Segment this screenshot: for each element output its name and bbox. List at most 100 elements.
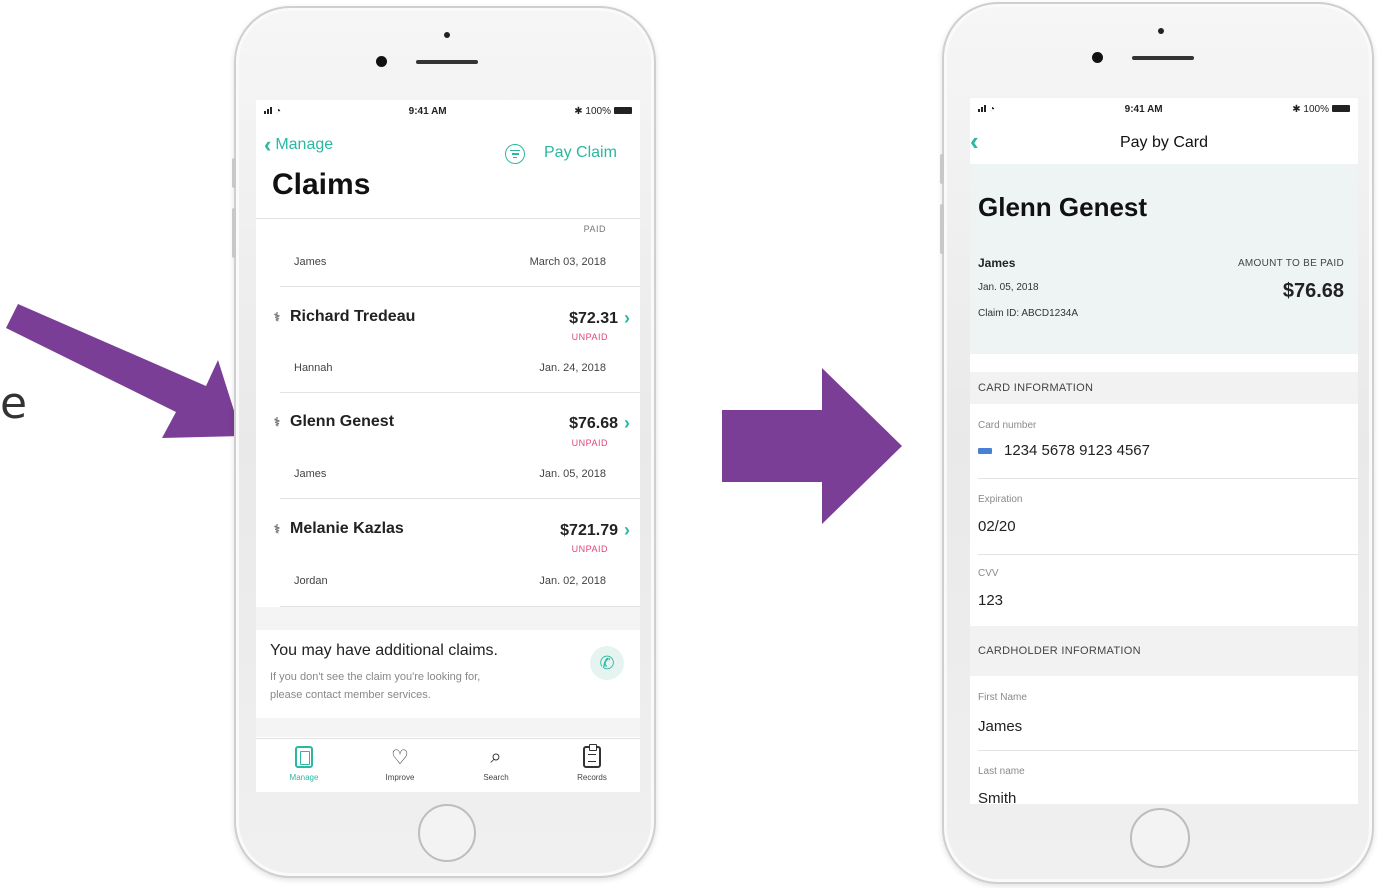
tab-label: Search (483, 773, 509, 782)
side-button (940, 154, 944, 184)
camera-icon (1092, 52, 1103, 63)
divider (280, 392, 640, 393)
claim-date: Jan. 24, 2018 (539, 362, 606, 374)
field-label: Card number (978, 420, 1037, 431)
battery-icon (614, 107, 632, 115)
filter-icon[interactable] (505, 144, 525, 164)
claim-date: Jan. 02, 2018 (539, 575, 606, 587)
claim-summary: Glenn Genest James Jan. 05, 2018 Claim I… (970, 164, 1358, 354)
claim-amount-value: $721.79 (560, 521, 618, 539)
claim-name: ⚕ Glenn Genest (270, 413, 394, 431)
amount-value: $76.68 (1282, 280, 1344, 302)
claim-date: Jan. 05, 2018 (978, 282, 1039, 293)
speaker-grille (416, 60, 478, 64)
tab-improve[interactable]: ♡ Improve (360, 744, 440, 783)
signal-icon: ◔ (978, 104, 995, 115)
right-screen: ◔ 9:41 AM ✱ 100% ‹ Pay by Card Glenn Gen… (970, 98, 1358, 804)
stage: e ◔ 9:41 AM ✱ 100% ‹ Manage Pay Claim Cl… (0, 0, 1380, 888)
tab-search[interactable]: ⌕ Search (456, 744, 536, 783)
page-title: Pay by Card (1119, 134, 1209, 151)
tab-label: Improve (385, 773, 415, 782)
field-value: James (978, 718, 1023, 735)
sensor-dot (444, 32, 450, 38)
field-value: 1234 5678 9123 4567 (978, 442, 1150, 459)
right-arrow (722, 368, 902, 524)
clipboard-icon (579, 744, 605, 770)
chevron-right-icon: › (624, 413, 630, 433)
field-value: 123 (978, 592, 1004, 609)
left-phone: ◔ 9:41 AM ✱ 100% ‹ Manage Pay Claim Clai… (232, 6, 656, 878)
claim-patient: Melanie Kazlas (290, 520, 404, 537)
cardholder-info-header: CARDHOLDER INFORMATION (970, 626, 1358, 676)
field-value: Smith (978, 790, 1017, 804)
chevron-right-icon: › (624, 308, 630, 328)
card-number-value: 1234 5678 9123 4567 (1004, 442, 1150, 459)
claim-name: ⚕ Richard Tredeau (270, 308, 416, 326)
camera-icon (376, 56, 387, 67)
page-title: Claims (272, 168, 371, 201)
battery-indicator: ✱ 100% (574, 106, 632, 117)
tooth-icon: ⚕ (273, 415, 281, 429)
phone-icon[interactable]: ✆ (590, 646, 624, 680)
field-label: Expiration (978, 494, 1023, 505)
subscriber-name: James (978, 256, 1016, 270)
claim-patient: Richard Tredeau (290, 308, 416, 325)
tooth-icon: ⚕ (273, 310, 281, 324)
right-phone: ◔ 9:41 AM ✱ 100% ‹ Pay by Card Glenn Gen… (940, 2, 1374, 884)
claim-amount-value: $72.31 (569, 309, 618, 327)
left-screen: ◔ 9:41 AM ✱ 100% ‹ Manage Pay Claim Clai… (256, 100, 640, 792)
claim-subscriber: Hannah (294, 362, 333, 374)
back-button[interactable]: ‹ Manage (264, 134, 333, 156)
status-bar: ◔ 9:41 AM ✱ 100% (970, 98, 1358, 120)
battery-indicator: ✱ 100% (1292, 104, 1350, 115)
claim-subscriber: James (294, 468, 327, 480)
claim-subscriber: Jordan (294, 575, 328, 587)
info-line-2: please contact member services. (270, 689, 431, 701)
divider (256, 738, 640, 739)
signal-icon: ◔ (264, 106, 281, 117)
field-label: Last name (978, 766, 1025, 777)
info-line-1: If you don't see the claim you're lookin… (270, 671, 481, 683)
speaker-grille (1132, 56, 1194, 60)
chevron-right-icon: › (624, 520, 630, 540)
divider (978, 478, 1358, 479)
pay-claim-button[interactable]: Pay Claim (544, 144, 617, 162)
divider (280, 286, 640, 287)
claim-id: Claim ID: ABCD1234A (978, 308, 1079, 319)
claim-amount: $76.68 › (569, 413, 630, 434)
side-button (232, 158, 236, 188)
search-icon: ⌕ (490, 745, 502, 768)
sensor-dot (1158, 28, 1164, 34)
claim-amount-value: $76.68 (569, 414, 618, 432)
tab-label: Records (577, 773, 607, 782)
claim-status-unpaid: UNPAID (571, 332, 608, 342)
field-label: CVV (978, 568, 999, 579)
status-time: 9:41 AM (408, 105, 447, 117)
claim-amount: $72.31 › (569, 308, 630, 329)
diagonal-arrow (6, 304, 242, 438)
divider (978, 554, 1358, 555)
tooth-icon: ⚕ (273, 522, 281, 536)
battery-percent: 100% (1303, 103, 1329, 115)
claim-date: March 03, 2018 (529, 256, 606, 268)
claim-date: Jan. 05, 2018 (539, 468, 606, 480)
claim-patient: Glenn Genest (290, 413, 395, 430)
claim-status-paid: PAID (583, 224, 606, 234)
side-button (940, 204, 944, 254)
claim-amount: $721.79 › (560, 520, 630, 541)
home-button[interactable] (418, 804, 476, 862)
right-arrow-shape (722, 368, 902, 524)
heart-icon: ♡ (391, 746, 409, 769)
card-info-header: CARD INFORMATION (970, 372, 1358, 404)
tab-records[interactable]: Records (552, 744, 632, 782)
claim-name: ⚕ Melanie Kazlas (270, 520, 404, 538)
divider (256, 218, 640, 219)
home-button[interactable] (1130, 808, 1190, 868)
tab-manage[interactable]: Manage (264, 744, 344, 782)
credit-card-icon (978, 447, 992, 454)
diagonal-arrow-shape (6, 304, 242, 438)
additional-claims-card: You may have additional claims. If you d… (256, 630, 640, 718)
divider (978, 750, 1358, 751)
battery-percent: 100% (585, 105, 611, 117)
chevron-left-icon: ‹ (264, 132, 272, 157)
